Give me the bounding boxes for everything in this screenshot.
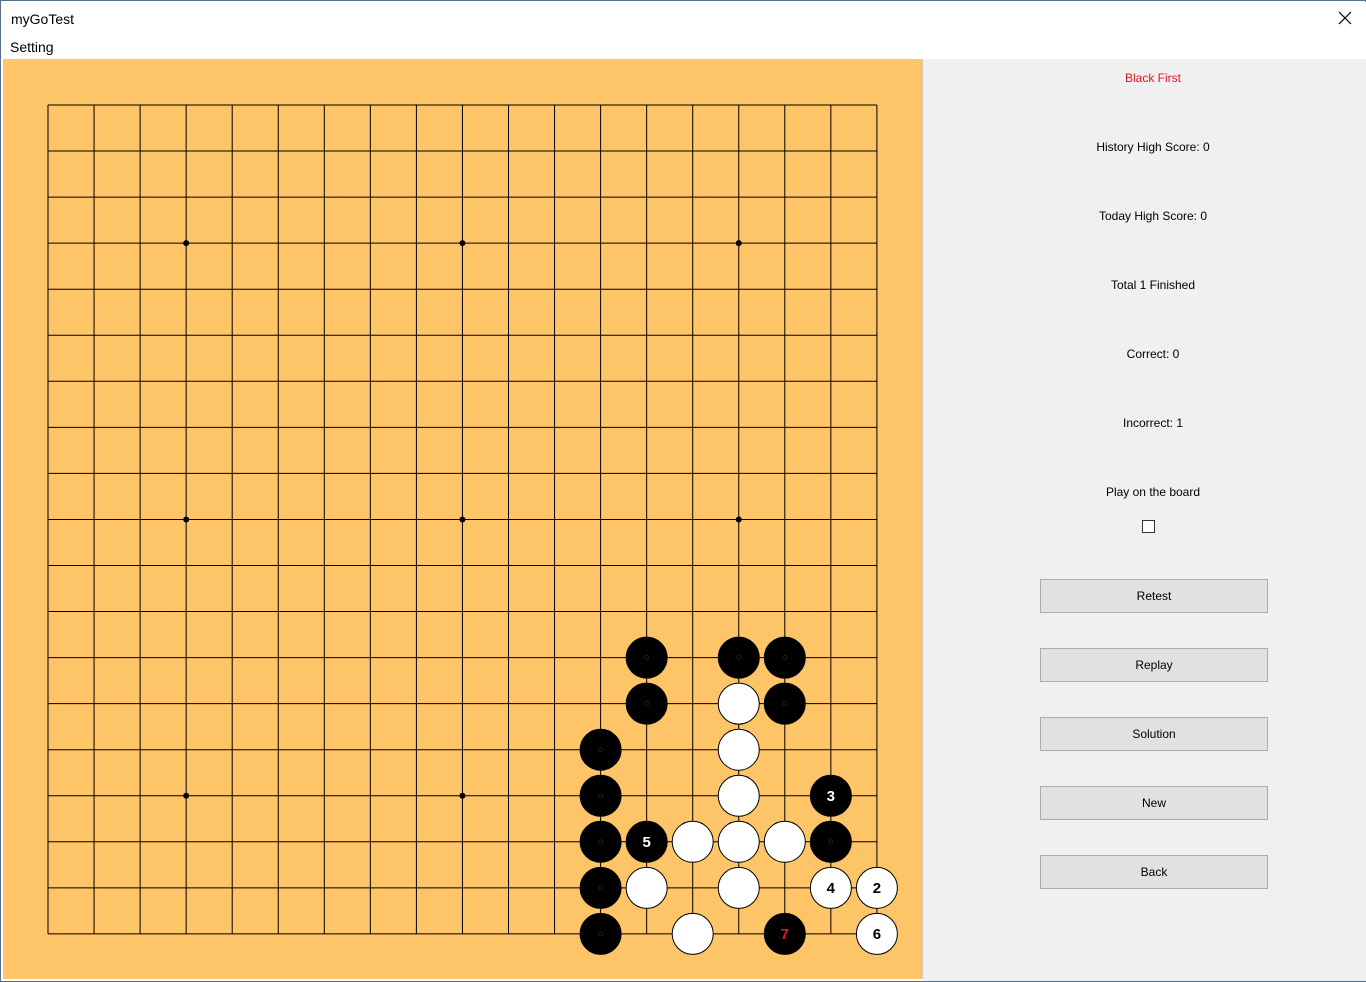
solution-button[interactable]: Solution (1040, 717, 1268, 751)
black-stone (626, 637, 667, 678)
white-stone (718, 821, 759, 862)
black-stone (580, 913, 621, 954)
move-number-label: 7 (781, 926, 789, 943)
white-stone (764, 821, 805, 862)
star-point (183, 793, 189, 799)
side-panel: Black First History High Score: 0 Today … (923, 59, 1366, 981)
close-button[interactable] (1324, 2, 1366, 33)
play-on-board-label: Play on the board (923, 485, 1366, 499)
black-stone (580, 867, 621, 908)
total-finished: Total 1 Finished (923, 278, 1366, 292)
move-number-label: 3 (827, 788, 835, 805)
black-stone (580, 729, 621, 770)
menu-setting[interactable]: Setting (10, 39, 54, 55)
close-icon (1338, 11, 1352, 25)
white-stone (626, 867, 667, 908)
white-stone (718, 867, 759, 908)
go-board-area: 3 5 4 2 7 6 (3, 59, 923, 979)
move-number-label: 4 (827, 880, 836, 897)
retest-button[interactable]: Retest (1040, 579, 1268, 613)
history-high-score: History High Score: 0 (923, 140, 1366, 154)
menu-bar: Setting (2, 33, 1366, 59)
black-stone (580, 775, 621, 816)
white-stone (718, 775, 759, 816)
app-window: myGoTest Setting 3 5 4 2 7 6 Black First Hist… (0, 0, 1366, 982)
white-stone (672, 913, 713, 954)
first-player-label: Black First (923, 71, 1366, 85)
replay-button[interactable]: Replay (1040, 648, 1268, 682)
white-stone (718, 729, 759, 770)
black-stone (764, 683, 805, 724)
window-title: myGoTest (11, 11, 74, 27)
new-button[interactable]: New (1040, 786, 1268, 820)
black-stone (764, 637, 805, 678)
black-stone (810, 821, 851, 862)
star-point (459, 240, 465, 246)
correct-count: Correct: 0 (923, 347, 1366, 361)
star-point (183, 240, 189, 246)
go-board[interactable]: 3 5 4 2 7 6 (3, 59, 922, 979)
star-point (736, 516, 742, 522)
today-high-score: Today High Score: 0 (923, 209, 1366, 223)
star-point (459, 793, 465, 799)
star-point (736, 240, 742, 246)
move-number-label: 5 (642, 834, 650, 851)
white-stone (718, 683, 759, 724)
title-bar: myGoTest (2, 2, 1366, 33)
move-number-label: 2 (873, 880, 881, 897)
star-point (459, 516, 465, 522)
play-on-board-checkbox[interactable] (1142, 520, 1155, 533)
star-point (183, 516, 189, 522)
incorrect-count: Incorrect: 1 (923, 416, 1366, 430)
black-stone (626, 683, 667, 724)
back-button[interactable]: Back (1040, 855, 1268, 889)
black-stone (718, 637, 759, 678)
black-stone (580, 821, 621, 862)
white-stone (672, 821, 713, 862)
move-number-label: 6 (873, 926, 881, 943)
